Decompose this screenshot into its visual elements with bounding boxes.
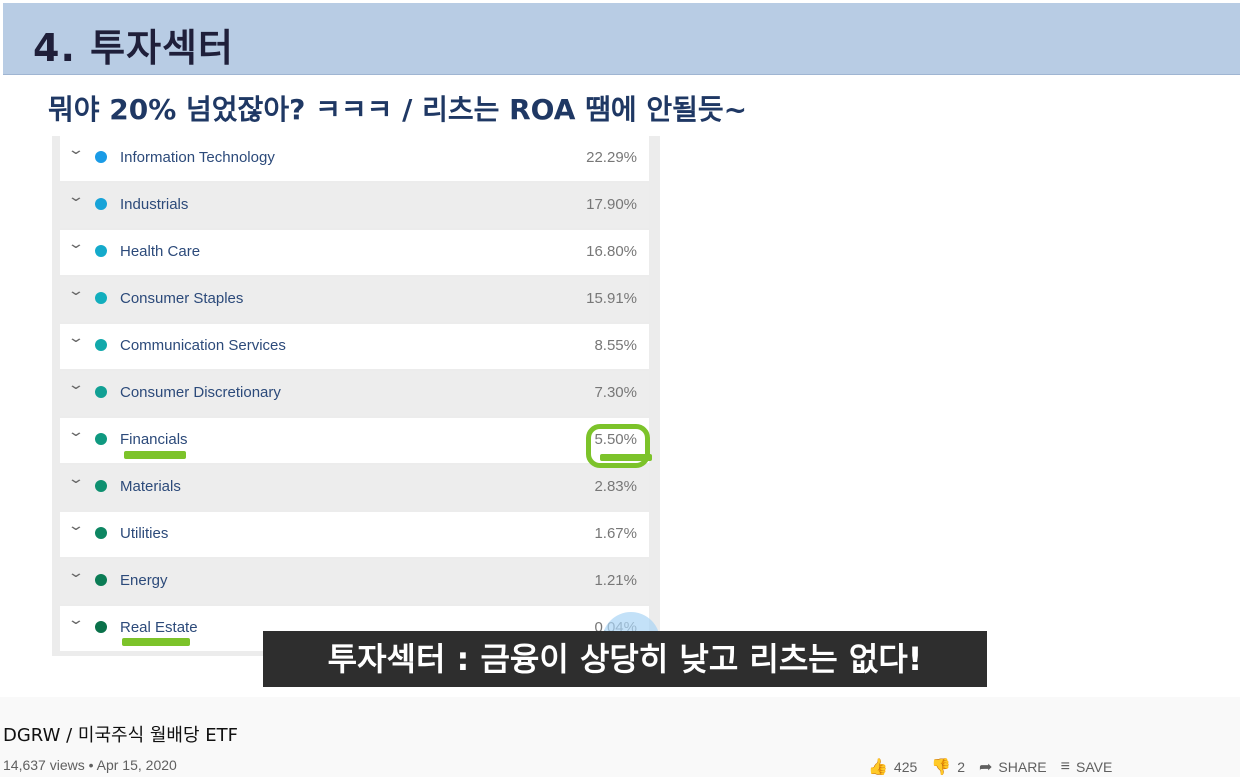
sector-name: Communication Services: [120, 337, 286, 354]
sector-weight: 16.80%: [586, 243, 637, 260]
sector-color-dot: [95, 386, 107, 398]
sector-weight: 2.83%: [594, 478, 637, 495]
sector-weight: 15.91%: [586, 290, 637, 307]
sector-color-dot: [95, 574, 107, 586]
chevron-down-icon[interactable]: ⌄: [67, 565, 85, 581]
sector-color-dot: [95, 433, 107, 445]
sector-row[interactable]: ⌄ Communication Services 8.55%: [60, 324, 649, 369]
sector-name: Materials: [120, 478, 181, 495]
sector-name: Health Care: [120, 243, 201, 260]
share-button[interactable]: ➦ SHARE: [979, 757, 1047, 777]
sector-name: Information Technology: [120, 149, 275, 166]
sector-weight: 22.29%: [586, 149, 637, 166]
sector-name: Consumer Discretionary: [120, 384, 281, 401]
thumbs-down-icon: 👎: [931, 759, 952, 776]
playlist-add-icon: ≡: [1060, 758, 1070, 775]
subtitle-caption: 투자섹터 : 금융이 상당히 낮고 리츠는 없다!: [263, 631, 987, 687]
video-meta: 14,637 views • Apr 15, 2020: [3, 757, 177, 773]
video-info: DGRW / 미국주식 월배당 ETF 14,637 views • Apr 1…: [0, 697, 1240, 776]
sector-name: Real Estate: [120, 619, 198, 636]
sector-row[interactable]: ⌄ Utilities 1.67%: [60, 512, 649, 557]
sector-color-dot: [95, 480, 107, 492]
chevron-down-icon[interactable]: ⌄: [67, 612, 85, 628]
save-button[interactable]: ≡ SAVE: [1061, 757, 1113, 777]
like-button[interactable]: 👍 425: [868, 757, 917, 777]
chevron-down-icon[interactable]: ⌄: [67, 236, 85, 252]
video-player[interactable]: 4. 투자섹터 뭐야 20% 넘었잖아? ㅋㅋㅋ / 리츠는 ROA 땜에 안될…: [0, 0, 1240, 697]
sector-weight: 17.90%: [586, 196, 637, 213]
video-actions: 👍 425 👎 2 ➦ SHARE ≡ SAVE: [868, 757, 1112, 777]
save-label: SAVE: [1075, 759, 1113, 775]
sector-color-dot: [95, 245, 107, 257]
dislike-button[interactable]: 👎 2: [931, 757, 965, 777]
sector-color-dot: [95, 527, 107, 539]
chevron-down-icon[interactable]: ⌄: [67, 283, 85, 299]
sector-color-dot: [95, 151, 107, 163]
share-label: SHARE: [998, 759, 1047, 775]
sector-name: Financials: [120, 431, 188, 448]
sector-color-dot: [95, 621, 107, 633]
sector-weight: 7.30%: [594, 384, 637, 401]
sector-row[interactable]: ⌄ Energy 1.21%: [60, 559, 649, 604]
sector-weight: 1.21%: [594, 572, 637, 589]
slide-header: 4. 투자섹터: [3, 3, 1240, 75]
dislike-count: 2: [957, 759, 965, 775]
chevron-down-icon[interactable]: ⌄: [67, 189, 85, 205]
share-icon: ➦: [979, 759, 993, 776]
sector-name: Utilities: [120, 525, 169, 542]
chevron-down-icon[interactable]: ⌄: [67, 142, 85, 158]
sector-name: Energy: [120, 572, 168, 589]
sector-row[interactable]: ⌄ Consumer Staples 15.91%: [60, 277, 649, 322]
real-estate-underline-mark: [122, 638, 190, 646]
sector-color-dot: [95, 198, 107, 210]
chevron-down-icon[interactable]: ⌄: [67, 330, 85, 346]
sector-row[interactable]: ⌄ Consumer Discretionary 7.30%: [60, 371, 649, 416]
video-title: DGRW / 미국주식 월배당 ETF: [3, 725, 238, 746]
like-count: 425: [893, 759, 918, 775]
slide-subtitle: 뭐야 20% 넘었잖아? ㅋㅋㅋ / 리츠는 ROA 땜에 안될듯~: [48, 93, 748, 126]
sector-row[interactable]: ⌄ Materials 2.83%: [60, 465, 649, 510]
chevron-down-icon[interactable]: ⌄: [67, 377, 85, 393]
sector-weight: 1.67%: [594, 525, 637, 542]
sector-name: Industrials: [120, 196, 189, 213]
sector-weight: 8.55%: [594, 337, 637, 354]
financials-underline-mark: [124, 451, 186, 459]
chevron-down-icon[interactable]: ⌄: [67, 518, 85, 534]
sector-color-dot: [95, 292, 107, 304]
chevron-down-icon[interactable]: ⌄: [67, 471, 85, 487]
slide-title: 4. 투자섹터: [33, 26, 234, 70]
sector-row[interactable]: ⌄ Information Technology 22.29%: [60, 136, 649, 181]
sector-name: Consumer Staples: [120, 290, 244, 307]
financials-circle-tail: [600, 454, 652, 461]
sector-row[interactable]: ⌄ Health Care 16.80%: [60, 230, 649, 275]
sector-color-dot: [95, 339, 107, 351]
chevron-down-icon[interactable]: ⌄: [67, 424, 85, 440]
sector-row[interactable]: ⌄ Industrials 17.90%: [60, 183, 649, 228]
sector-table: ⌄ Information Technology 22.29% ⌄ Indust…: [52, 136, 660, 656]
financials-circle-mark: [586, 424, 650, 468]
thumbs-up-icon: 👍: [868, 759, 888, 776]
